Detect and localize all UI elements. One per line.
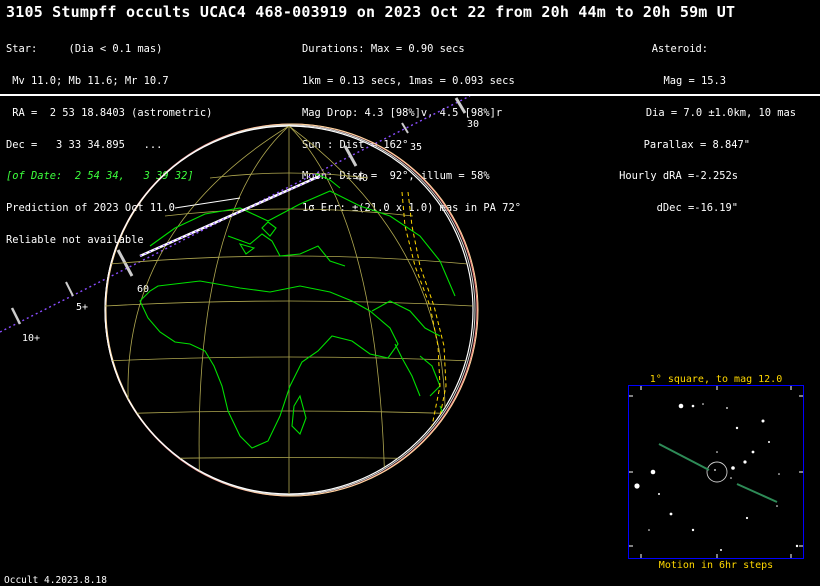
star-chart-footer: Motion in 6hr steps	[658, 560, 774, 571]
asteroid-motion-line	[658, 443, 710, 471]
track-tick	[10, 307, 22, 325]
star-info-line: Mv 11.0; Mb 11.6; Mr 10.7	[6, 74, 169, 87]
asteroid-motion-line	[736, 483, 778, 503]
event-info-line: 1km = 0.13 secs, 1mas = 0.093 secs	[302, 74, 515, 87]
asteroid-info-line: Parallax = 8.847"	[643, 138, 750, 151]
asteroid-info-line: Mag = 15.3	[663, 74, 726, 87]
asteroid-info-panel: Asteroid: Mag = 15.3 Dia = 7.0 ±1.0km, 1…	[619, 23, 796, 224]
star-chart	[628, 385, 804, 559]
field-stars	[634, 403, 799, 551]
asteroid-info-line: dDec =-16.19"	[656, 202, 738, 215]
version-label: Occult 4.2023.8.18	[4, 575, 107, 586]
track-label-10plus: 10+	[22, 333, 40, 344]
track-tick	[343, 145, 358, 167]
asteroid-info-line: Hourly dRA =-2.252s	[619, 170, 738, 183]
track-label-40: 40	[356, 173, 368, 184]
asteroid-info-heading: Asteroid:	[651, 43, 708, 56]
target-star-marker	[706, 461, 728, 483]
star-chart-title: 1° square, to mag 12.0	[649, 374, 783, 385]
page-title: 3105 Stumpff occults UCAC4 468-003919 on…	[6, 3, 736, 21]
event-info-line: Durations: Max = 0.90 secs	[302, 43, 465, 56]
track-label-5plus: 5+	[76, 302, 88, 313]
globe-limb	[104, 123, 479, 497]
earth-map: 30 35 40 60 5+ 10+	[0, 96, 479, 497]
asteroid-info-line: Dia = 7.0 ±1.0km, 10 mas	[645, 106, 796, 119]
track-label-35: 35	[410, 142, 422, 153]
track-tick	[65, 281, 74, 297]
graticule	[105, 126, 473, 494]
star-info-line: Star: (Dia < 0.1 mas)	[6, 43, 163, 56]
track-label-30: 30	[467, 119, 479, 130]
star-field	[629, 386, 803, 558]
